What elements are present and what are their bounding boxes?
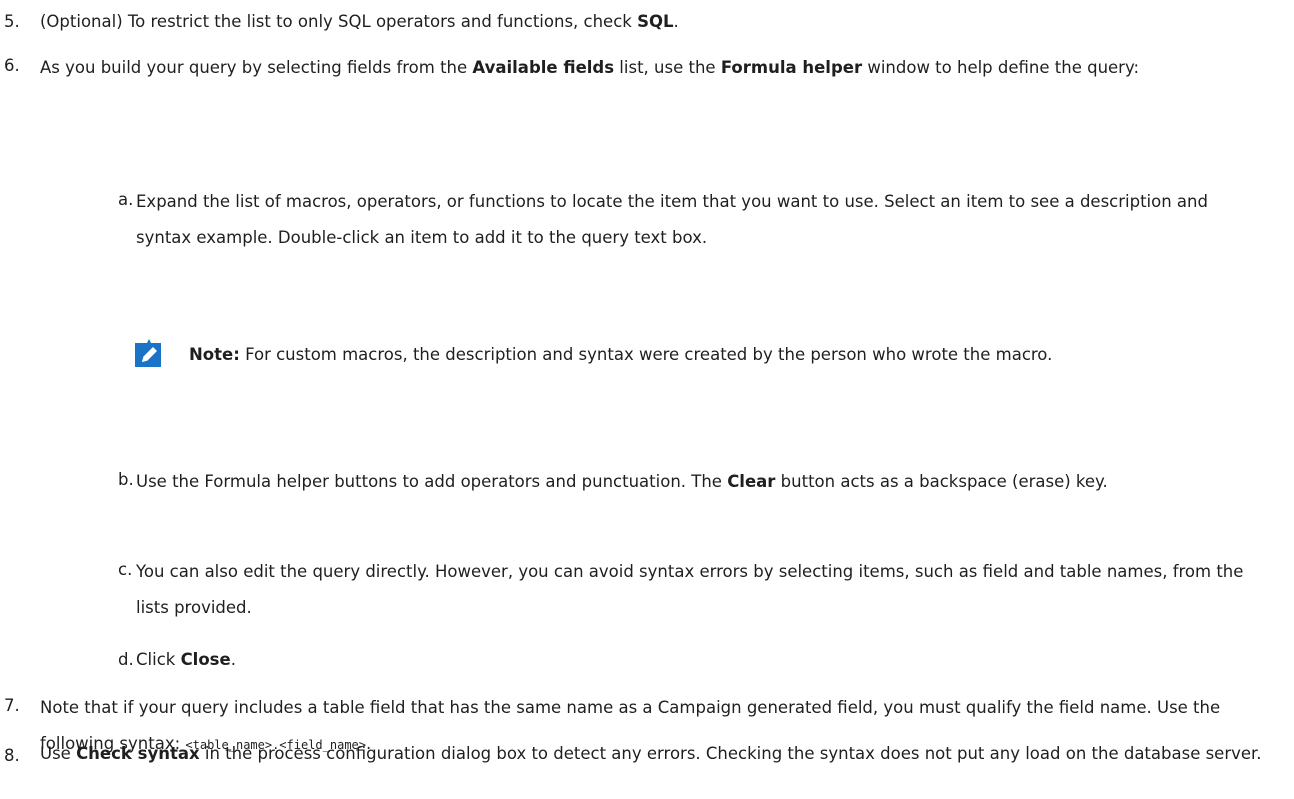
substep-c: c. You can also edit the query directly.… — [118, 554, 1278, 626]
step-text: As you build your query by selecting fie… — [40, 58, 473, 77]
pencil-note-icon — [133, 337, 163, 369]
step-text: list, use the — [614, 58, 721, 77]
ui-term-available-fields: Available fields — [472, 58, 615, 77]
document-page: 5. (Optional) To restrict the list to on… — [0, 0, 1294, 799]
substep-b: b. Use the Formula helper buttons to add… — [118, 464, 1258, 500]
ui-term-clear: Clear — [727, 472, 776, 491]
step-8: 8. Use Check syntax in the process confi… — [4, 740, 1266, 768]
substep-letter: b. — [118, 470, 134, 489]
step-text-end: in the process configuration dialog box … — [199, 744, 1262, 763]
step-text: Use — [40, 744, 77, 763]
step-number: 5. — [4, 12, 20, 31]
step-text-end: . — [673, 12, 679, 31]
step-5: 5. (Optional) To restrict the list to on… — [4, 6, 1274, 38]
substep-letter: c. — [118, 560, 133, 579]
substep-text: Click — [136, 650, 181, 669]
note-label: Note: — [189, 345, 240, 364]
ui-term-formula-helper: Formula helper — [720, 58, 863, 77]
step-text: (Optional) To restrict the list to only … — [40, 12, 638, 31]
step-number: 6. — [4, 56, 20, 75]
substep-a: a. Expand the list of macros, operators,… — [118, 184, 1258, 256]
ui-term-check-syntax: Check syntax — [76, 744, 200, 763]
substep-text: You can also edit the query directly. Ho… — [136, 562, 1244, 617]
substep-text: Expand the list of macros, operators, or… — [136, 192, 1208, 247]
substep-d: d. Click Close. — [118, 644, 1278, 676]
substep-text-end: button acts as a backspace (erase) key. — [775, 472, 1108, 491]
substep-text-end: . — [230, 650, 236, 669]
step-6: 6. As you build your query by selecting … — [4, 50, 1234, 86]
substep-text: Use the Formula helper buttons to add op… — [136, 472, 728, 491]
step-number: 8. — [4, 746, 20, 765]
substep-letter: a. — [118, 190, 134, 209]
ui-term-sql: SQL — [637, 12, 674, 31]
substep-letter: d. — [118, 650, 134, 669]
note-callout: Note: For custom macros, the description… — [133, 337, 1233, 373]
step-number: 7. — [4, 696, 20, 715]
ui-term-close: Close — [180, 650, 231, 669]
step-text: window to help define the query: — [862, 58, 1140, 77]
note-text: For custom macros, the description and s… — [239, 345, 1053, 364]
